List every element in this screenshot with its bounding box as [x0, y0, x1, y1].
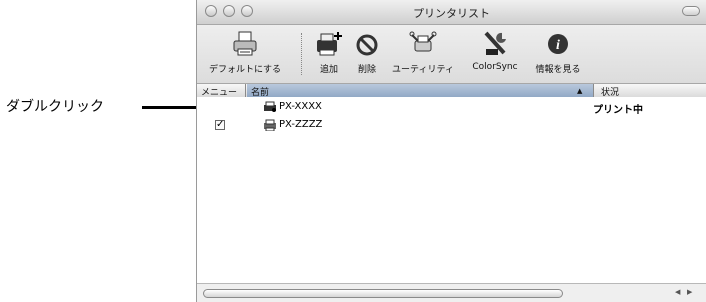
callout-arrow-line [142, 106, 200, 109]
column-divider [245, 84, 246, 98]
toolbar-toggle-button[interactable] [682, 6, 700, 16]
printer-icon [264, 119, 276, 131]
printer-row[interactable]: ✓ PX-ZZZZ [197, 117, 706, 133]
utility-icon [409, 31, 437, 52]
utility-label: ユーティリティ [392, 65, 454, 75]
make-default-button[interactable]: デフォルトにする [203, 29, 287, 75]
make-default-label: デフォルトにする [208, 65, 282, 75]
printer-name: PX-ZZZZ [279, 119, 323, 130]
printer-name: PX-XXXX [279, 101, 322, 112]
sort-ascending-icon: ▲ [577, 87, 583, 95]
scroll-left-icon[interactable]: ◀ [675, 288, 680, 296]
colorsync-label: ColorSync [472, 62, 518, 72]
delete-label: 削除 [357, 65, 376, 75]
delete-icon [356, 34, 378, 56]
printer-row[interactable]: PX-XXXX プリント中 [197, 99, 706, 116]
window-title: プリンタリスト [413, 7, 490, 20]
add-printer-icon [317, 32, 342, 56]
info-label: 情報を見る [535, 65, 581, 75]
printer-default-icon [233, 31, 257, 56]
toolbar-separator [301, 33, 302, 75]
colorsync-button[interactable]: ColorSync [467, 29, 523, 72]
menu-checkbox[interactable]: ✓ [215, 120, 225, 130]
colorsync-icon [484, 31, 506, 55]
printer-list: PX-XXXX プリント中 ✓ PX-ZZZZ [197, 97, 706, 283]
printer-status: プリント中 [593, 105, 643, 116]
column-divider [593, 84, 594, 98]
printer-active-icon [264, 101, 276, 112]
scroll-right-icon[interactable]: ▶ [687, 288, 692, 296]
delete-button[interactable]: 削除 [349, 29, 385, 75]
svg-text:i: i [556, 38, 560, 53]
utility-button[interactable]: ユーティリティ [387, 29, 459, 75]
add-button[interactable]: 追加 [309, 29, 349, 75]
toolbar: デフォルトにする 追加 削除 ユーティリティ ColorSync i 情報を見る [197, 25, 706, 84]
printer-list-window: プリンタリスト デフォルトにする 追加 削除 ユーティリティ ColorSync… [196, 0, 706, 302]
info-button[interactable]: i 情報を見る [529, 29, 587, 75]
info-icon: i [548, 34, 568, 54]
add-label: 追加 [319, 65, 338, 75]
scrollbar-thumb[interactable] [203, 289, 563, 298]
title-bar[interactable]: プリンタリスト [197, 0, 706, 25]
horizontal-scrollbar[interactable]: ◀ ▶ [197, 283, 706, 302]
name-column-highlight [247, 84, 593, 98]
double-click-callout: ダブルクリック [6, 99, 104, 115]
